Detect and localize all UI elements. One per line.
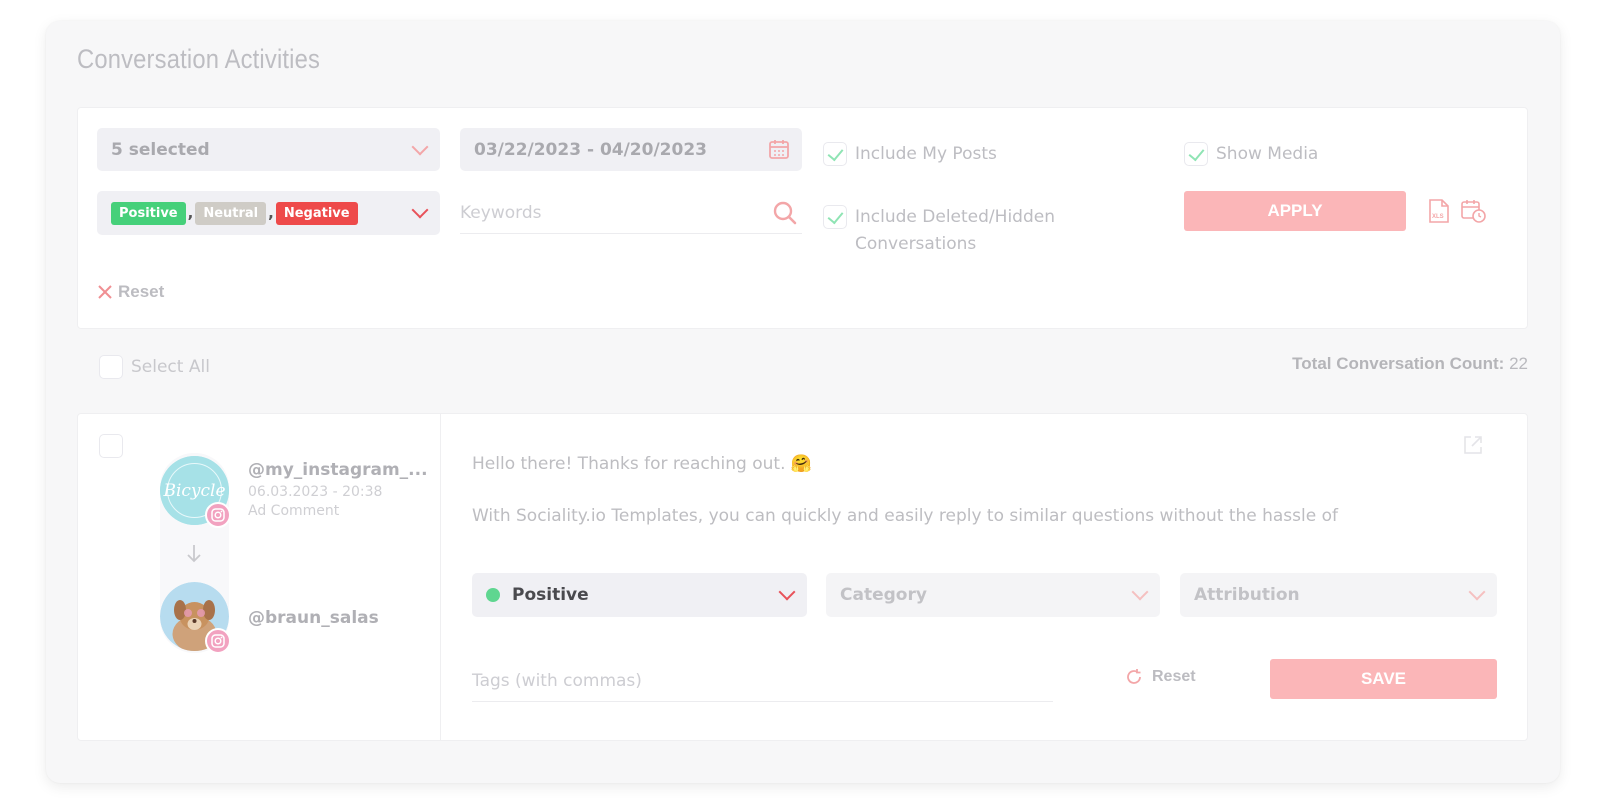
select-all-checkbox[interactable] <box>99 355 123 379</box>
conversation-checkbox[interactable] <box>99 434 123 458</box>
total-count-value: 22 <box>1509 354 1528 373</box>
refresh-icon <box>1127 669 1141 684</box>
calendar-icon[interactable] <box>768 138 790 160</box>
date-range-value: 03/22/2023 - 04/20/2023 <box>474 139 707 160</box>
chevron-down-icon <box>1468 583 1486 601</box>
avatar-brand-text: Bicycle <box>162 481 225 501</box>
chip-negative: Negative <box>275 201 358 225</box>
positive-dot-icon <box>486 588 500 602</box>
include-my-posts-label: Include My Posts <box>855 144 997 164</box>
chip-separator: , <box>268 204 274 222</box>
conversation-divider <box>440 413 441 741</box>
attribution-placeholder: Attribution <box>1194 585 1300 605</box>
message-line-1: Hello there! Thanks for reaching out. 🤗 <box>472 454 813 474</box>
scheduled-report-icon[interactable] <box>1460 198 1486 224</box>
include-deleted-label: Include Deleted/Hidden Conversations <box>855 204 1055 258</box>
reset-conversation-label: Reset <box>1152 668 1196 685</box>
conversation-type: Ad Comment <box>248 503 340 519</box>
arrow-down-icon <box>187 545 201 563</box>
svg-text:XLS: XLS <box>1432 214 1444 220</box>
category-dropdown[interactable]: Category <box>826 573 1160 617</box>
include-my-posts-checkbox[interactable] <box>823 142 847 166</box>
sender-handle[interactable]: @my_instagram_... <box>248 460 428 480</box>
message-line-2: With Sociality.io Templates, you can qui… <box>472 506 1338 526</box>
page-title: Conversation Activities <box>77 44 321 74</box>
sentiment-dropdown[interactable]: Positive <box>472 573 807 617</box>
chip-neutral: Neutral <box>195 201 267 225</box>
sender-datetime: 06.03.2023 - 20:38 <box>248 484 383 500</box>
save-button[interactable]: SAVE <box>1270 659 1497 699</box>
reset-conversation-button[interactable]: Reset <box>1125 668 1196 686</box>
category-placeholder: Category <box>840 585 927 605</box>
instagram-icon <box>205 502 231 528</box>
show-media-checkbox[interactable] <box>1184 142 1208 166</box>
reset-filters-button[interactable]: Reset <box>97 282 164 302</box>
sentiment-value: Positive <box>512 585 589 605</box>
apply-button[interactable]: APPLY <box>1184 191 1406 231</box>
chip-separator: , <box>187 204 194 222</box>
external-link-icon[interactable] <box>1462 434 1484 456</box>
chevron-down-icon <box>411 201 429 219</box>
date-range-picker[interactable]: 03/22/2023 - 04/20/2023 <box>460 128 802 171</box>
search-icon[interactable] <box>772 200 798 226</box>
total-count-label: Total Conversation Count: <box>1292 354 1505 373</box>
include-deleted-label-line2: Conversations <box>855 234 977 254</box>
include-deleted-checkbox[interactable] <box>823 205 847 229</box>
include-deleted-label-line1: Include Deleted/Hidden <box>855 207 1055 227</box>
instagram-icon <box>205 628 231 654</box>
chevron-down-icon <box>411 138 429 155</box>
close-icon <box>98 285 112 299</box>
attribution-dropdown[interactable]: Attribution <box>1180 573 1497 617</box>
keywords-input[interactable]: Keywords <box>460 192 802 234</box>
account-select-value: 5 selected <box>111 139 210 160</box>
chevron-down-icon <box>778 583 796 601</box>
tags-placeholder: Tags (with commas) <box>472 670 642 691</box>
reset-filters-label: Reset <box>118 282 165 301</box>
tags-input[interactable]: Tags (with commas) <box>472 660 1053 702</box>
chip-positive: Positive <box>111 201 186 225</box>
select-all[interactable]: Select All <box>99 355 210 379</box>
show-media-label: Show Media <box>1216 144 1319 164</box>
total-conversation-count: Total Conversation Count: 22 <box>1292 354 1528 374</box>
chevron-down-icon <box>1131 583 1149 601</box>
receiver-handle[interactable]: @braun_salas <box>248 608 379 628</box>
keywords-placeholder: Keywords <box>460 202 542 223</box>
select-all-label: Select All <box>131 357 210 377</box>
account-select[interactable]: 5 selected <box>97 128 440 171</box>
xls-file-icon[interactable]: XLS <box>1428 198 1450 224</box>
sentiment-select[interactable]: Positive , Neutral , Negative <box>97 191 440 235</box>
